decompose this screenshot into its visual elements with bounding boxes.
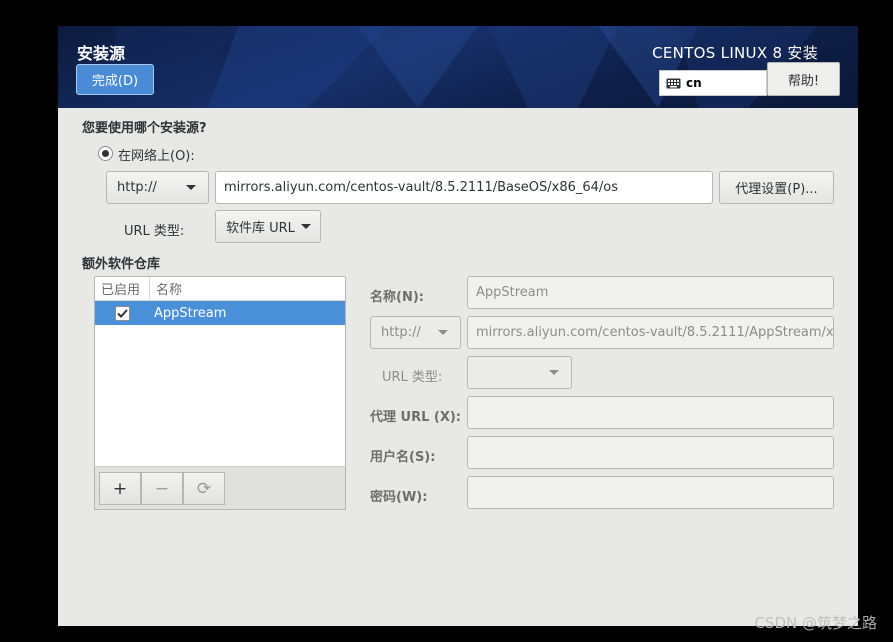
chevron-down-icon xyxy=(186,185,196,190)
product-title: CENTOS LINUX 8 安装 xyxy=(652,44,818,62)
network-source-radio[interactable] xyxy=(98,146,113,161)
refresh-icon: ⟳ xyxy=(196,478,212,499)
chevron-down-icon xyxy=(549,370,559,375)
repo-url-type-label: URL 类型: xyxy=(382,370,443,385)
url-type-dropdown[interactable]: 软件库 URL xyxy=(215,210,321,243)
protocol-value: http:// xyxy=(117,180,157,195)
url-type-label: URL 类型: xyxy=(124,224,185,239)
repo-url-input-extra[interactable]: mirrors.aliyun.com/centos-vault/8.5.2111… xyxy=(467,316,834,349)
password-label: 密码(W): xyxy=(370,490,428,505)
installer-window: 安装源 完成(D) CENTOS LINUX 8 安装 cn 帮助! 您要使用哪… xyxy=(58,26,858,626)
source-question-heading: 您要使用哪个安装源? xyxy=(82,121,207,136)
remove-icon: − xyxy=(154,478,170,499)
chevron-down-icon xyxy=(300,224,311,229)
network-source-label[interactable]: 在网络上(O): xyxy=(118,145,195,164)
repo-row[interactable]: AppStream xyxy=(95,301,345,325)
repo-protocol-dropdown[interactable]: http:// xyxy=(370,316,461,349)
repo-name-input[interactable]: AppStream xyxy=(467,276,834,309)
done-button[interactable]: 完成(D) xyxy=(76,64,154,95)
repo-list-header: 已启用 名称 xyxy=(95,277,345,301)
repo-toolbar: + − ⟳ xyxy=(94,466,346,510)
column-header-name[interactable]: 名称 xyxy=(150,277,182,300)
url-type-value: 软件库 URL xyxy=(226,221,295,236)
column-header-enabled[interactable]: 已启用 xyxy=(95,277,150,300)
repo-name-label: 名称(N): xyxy=(370,290,424,305)
proxy-url-label: 代理 URL (X): xyxy=(370,410,462,425)
watermark: CSDN @筑梦之路 xyxy=(754,614,877,632)
password-input[interactable] xyxy=(467,476,834,509)
header-bar: 安装源 完成(D) CENTOS LINUX 8 安装 cn 帮助! xyxy=(58,26,858,108)
extra-repos-heading: 额外软件仓库 xyxy=(82,257,161,272)
username-label: 用户名(S): xyxy=(370,450,436,465)
keyboard-icon xyxy=(666,78,681,88)
proxy-settings-button[interactable]: 代理设置(P)... xyxy=(719,171,834,204)
repo-name: AppStream xyxy=(154,305,227,321)
help-button[interactable]: 帮助! xyxy=(767,62,840,96)
add-repo-button[interactable]: + xyxy=(99,472,141,505)
repo-protocol-value: http:// xyxy=(381,325,421,340)
remove-repo-button[interactable]: − xyxy=(141,472,183,505)
proxy-url-input[interactable] xyxy=(467,396,834,429)
username-input[interactable] xyxy=(467,436,834,469)
chevron-down-icon xyxy=(438,330,448,335)
add-icon: + xyxy=(112,478,128,499)
protocol-dropdown[interactable]: http:// xyxy=(106,171,209,204)
repo-url-input[interactable]: mirrors.aliyun.com/centos-vault/8.5.2111… xyxy=(215,171,713,204)
repo-enabled-checkbox[interactable] xyxy=(115,305,130,321)
keyboard-layout-label: cn xyxy=(686,76,702,90)
spoke-title: 安装源 xyxy=(77,44,126,63)
repo-url-type-dropdown[interactable] xyxy=(467,356,572,389)
repo-enabled-cell xyxy=(95,305,150,321)
refresh-repos-button[interactable]: ⟳ xyxy=(183,472,225,505)
keyboard-layout-indicator[interactable]: cn xyxy=(659,70,767,96)
check-icon xyxy=(117,308,128,318)
